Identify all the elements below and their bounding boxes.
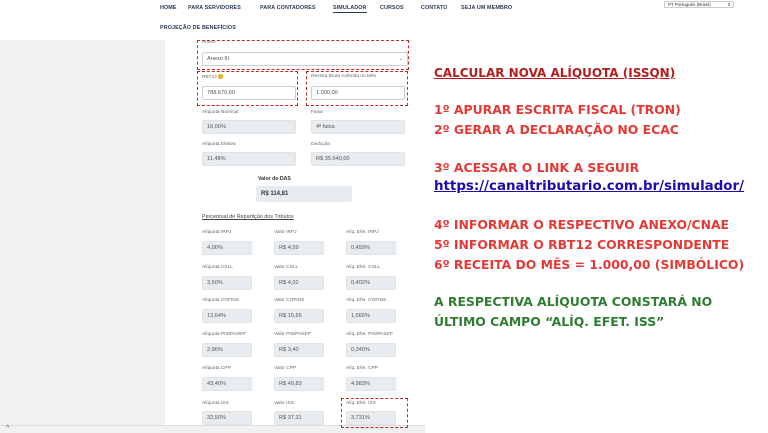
- tributo-valor-label: Valor CSLL: [274, 265, 299, 270]
- tributo-aliq-field: 3,50%: [202, 276, 252, 290]
- aliquota-efetiva-label: Alíquota Efetiva: [202, 142, 236, 147]
- top-navigation: HOME PARA SERVIDORES PARA CONTADORES SIM…: [0, 0, 768, 40]
- tributo-aliq-label: Alíquota COFINS: [202, 298, 240, 303]
- tributo-efet-field: 0,402%: [346, 276, 396, 290]
- aliquota-efetiva-field: 11,48%: [202, 152, 296, 166]
- tributo-aliq-field: 4,00%: [202, 241, 252, 255]
- deducao-field: R$ 35.640,00: [311, 152, 405, 166]
- tributo-valor-field: R$ 49,83: [274, 377, 324, 391]
- tributo-efet-field: 1,566%: [346, 309, 396, 323]
- faixa-field: 4ª faixa: [311, 120, 405, 134]
- tributo-efet-label: Alíq. Efet. PIS/PASEP: [346, 332, 393, 337]
- nav-contato[interactable]: CONTATO: [421, 5, 447, 11]
- valor-das-label: Valor do DAS: [258, 176, 291, 182]
- tributo-aliq-field: 2,96%: [202, 343, 252, 357]
- valor-das-field: R$ 114,81: [256, 186, 352, 202]
- tributo-valor-label: Valor CPP: [274, 366, 297, 371]
- nav-para-servidores[interactable]: PARA SERVIDORES: [188, 5, 241, 11]
- deducao-label: Dedução: [311, 142, 331, 147]
- highlight-rbt12: [197, 71, 298, 106]
- tributo-valor-field: R$ 37,31: [274, 411, 324, 425]
- language-select[interactable]: PT Português (Brasil) ⇕: [664, 1, 734, 8]
- instruction-step-6: 6º RECEITA DO MÊS = 1.000,00 (SIMBÓLICO): [434, 257, 745, 272]
- tributo-aliq-label: Alíquota PIS/PASEP: [202, 332, 246, 337]
- simulator-form: Anexo Anexo III ⌄ RBT12! 788.670,60 Rece…: [190, 36, 414, 428]
- tributo-efet-label: Alíq. Efet. IRPJ: [346, 230, 379, 235]
- tributo-valor-label: Valor COFINS: [274, 298, 305, 303]
- aliquota-nominal-label: Alíquota Nominal: [202, 110, 239, 115]
- tributo-efet-label: Alíq. Efet. CPP: [346, 366, 378, 371]
- instruction-step-2: 2º GERAR A DECLARAÇÃO NO ECAC: [434, 122, 679, 137]
- tributo-valor-field: R$ 4,02: [274, 276, 324, 290]
- tributo-valor-label: Valor ISS: [274, 401, 294, 406]
- instruction-note-line-1: A RESPECTIVA ALÍQUOTA CONSTARÁ NO: [434, 294, 713, 309]
- simulator-link[interactable]: https://canaltributario.com.br/simulador…: [434, 179, 744, 194]
- tributo-aliq-field: 13,64%: [202, 309, 252, 323]
- tributo-aliq-label: Alíquota ISS: [202, 401, 229, 406]
- tributo-valor-field: R$ 4,59: [274, 241, 324, 255]
- instructions-title: CALCULAR NOVA ALÍQUOTA (ISSQN): [434, 66, 676, 80]
- aliquota-nominal-field: 16,00%: [202, 120, 296, 134]
- tributo-valor-label: Valor PIS/PASEP: [274, 332, 311, 337]
- tributo-aliq-label: Alíquota CPP: [202, 366, 231, 371]
- instruction-step-1: 1º APURAR ESCRITA FISCAL (TRON): [434, 102, 681, 117]
- language-select-value: PT Português (Brasil): [668, 2, 711, 7]
- chevron-up-icon[interactable]: ^: [6, 425, 9, 433]
- nav-home[interactable]: HOME: [160, 5, 177, 11]
- tributo-efet-field: 4,983%: [346, 377, 396, 391]
- nav-projecao-de-beneficios[interactable]: PROJEÇÃO DE BENEFÍCIOS: [160, 25, 236, 31]
- instruction-note-line-2: ÚLTIMO CAMPO “ALÍQ. EFET. ISS”: [434, 314, 665, 329]
- left-gutter: [0, 40, 165, 425]
- highlight-anexo: [197, 40, 409, 70]
- nav-simulador[interactable]: SIMULADOR: [333, 5, 367, 13]
- nav-para-contadores[interactable]: PARA CONTADORES: [260, 5, 316, 11]
- tributo-valor-field: R$ 15,66: [274, 309, 324, 323]
- tributo-efet-label: Alíq. Efet. COFINS: [346, 298, 387, 303]
- chevron-up-down-icon: ⇕: [727, 2, 731, 7]
- tributo-efet-field: 0,459%: [346, 241, 396, 255]
- faixa-label: Faixa: [311, 110, 323, 115]
- tributo-aliq-label: Alíquota IRPJ: [202, 230, 232, 235]
- tributo-valor-label: Valor IRPJ: [274, 230, 297, 235]
- highlight-receita: [306, 71, 408, 106]
- tributo-efet-field: 0,340%: [346, 343, 396, 357]
- tributo-aliq-field: 43,40%: [202, 377, 252, 391]
- tributo-aliq-field: 32,50%: [202, 411, 252, 425]
- tributo-efet-label: Alíq. Efet. CSLL: [346, 265, 381, 270]
- instruction-step-3: 3º ACESSAR O LINK A SEGUIR: [434, 160, 640, 175]
- tributo-valor-field: R$ 3,40: [274, 343, 324, 357]
- instruction-step-5: 5º INFORMAR O RBT12 CORRESPONDENTE: [434, 237, 730, 252]
- instruction-step-4: 4º INFORMAR O RESPECTIVO ANEXO/CNAE: [434, 217, 730, 232]
- reparticao-title: Percentual de Repartição dos Tributos: [202, 214, 294, 220]
- nav-cursos[interactable]: CURSOS: [380, 5, 404, 11]
- highlight-aliq-efet-iss: [341, 398, 408, 428]
- nav-seja-um-membro[interactable]: SEJA UM MEMBRO: [461, 5, 512, 11]
- tributo-aliq-label: Alíquota CSLL: [202, 265, 233, 270]
